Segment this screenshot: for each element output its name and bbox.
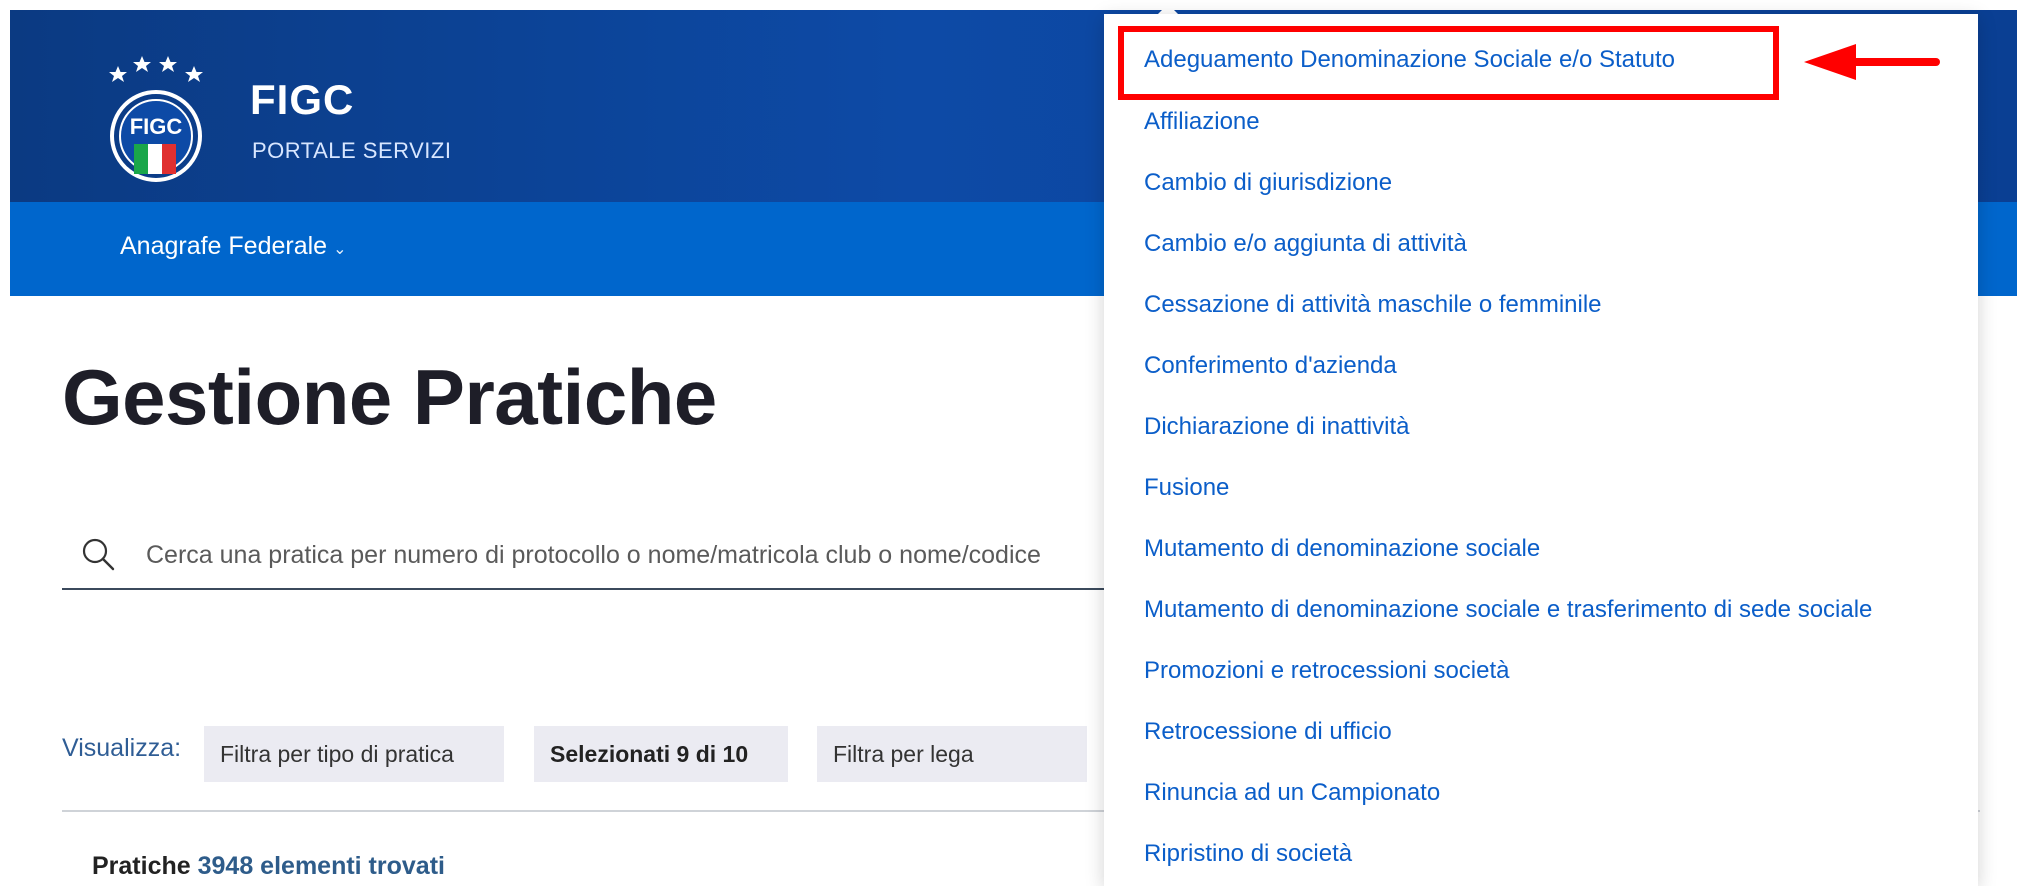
brand-title: FIGC [250,76,355,123]
search-bar [62,526,1128,590]
results-summary: Pratiche 3948 elementi trovati [92,852,445,881]
brand-subtitle: PORTALE SERVIZI [252,138,452,163]
menu-item-conferimento[interactable]: Conferimento d'azienda [1144,352,1397,380]
filter-lega[interactable]: Filtra per lega [817,726,1087,782]
page-title: Gestione Pratiche [62,353,717,441]
chevron-down-icon: ⌄ [333,241,347,258]
filters-label: Visualizza: [62,734,182,762]
menu-item-cessazione[interactable]: Cessazione di attività maschile o femmin… [1144,291,1602,319]
divider [62,810,1162,812]
menu-item-retrocessione[interactable]: Retrocessione di ufficio [1144,718,1392,746]
results-count: 3948 elementi trovati [197,852,445,880]
menu-item-affiliazione[interactable]: Affiliazione [1144,108,1260,136]
menu-item-promozioni[interactable]: Promozioni e retrocessioni società [1144,657,1510,685]
nav-item-label: Anagrafe Federale [120,232,328,260]
filter-tipo-pratica[interactable]: Filtra per tipo di pratica [204,726,504,782]
menu-item-mutamento-denominazione[interactable]: Mutamento di denominazione sociale [1144,535,1540,563]
arrow-left-icon [1804,44,1940,80]
menu-item-cambio-giurisdizione[interactable]: Cambio di giurisdizione [1144,169,1392,197]
menu-item-cambio-attivita[interactable]: Cambio e/o aggiunta di attività [1144,230,1467,258]
svg-text:FIGC: FIGC [130,114,183,139]
filter-selected-count[interactable]: Selezionati 9 di 10 [534,726,788,782]
menu-item-mutamento-denominazione-sede[interactable]: Mutamento di denominazione sociale e tra… [1144,596,1872,624]
results-prefix: Pratiche [92,852,191,880]
search-icon[interactable] [80,536,116,572]
figc-logo[interactable]: FIGC [104,52,214,182]
menu-item-dichiarazione[interactable]: Dichiarazione di inattività [1144,413,1409,441]
highlight-annotation-box [1118,26,1779,100]
nav-item-anagrafe-federale[interactable]: Anagrafe Federale ⌄ [120,232,347,261]
search-input[interactable] [144,532,1128,578]
menu-item-rinuncia[interactable]: Rinuncia ad un Campionato [1144,779,1440,807]
menu-item-fusione[interactable]: Fusione [1144,474,1229,502]
dropdown-caret [1158,4,1178,14]
pratica-type-dropdown: Adeguamento Denominazione Sociale e/o St… [1104,14,1978,886]
menu-item-ripristino[interactable]: Ripristino di società [1144,840,1352,868]
